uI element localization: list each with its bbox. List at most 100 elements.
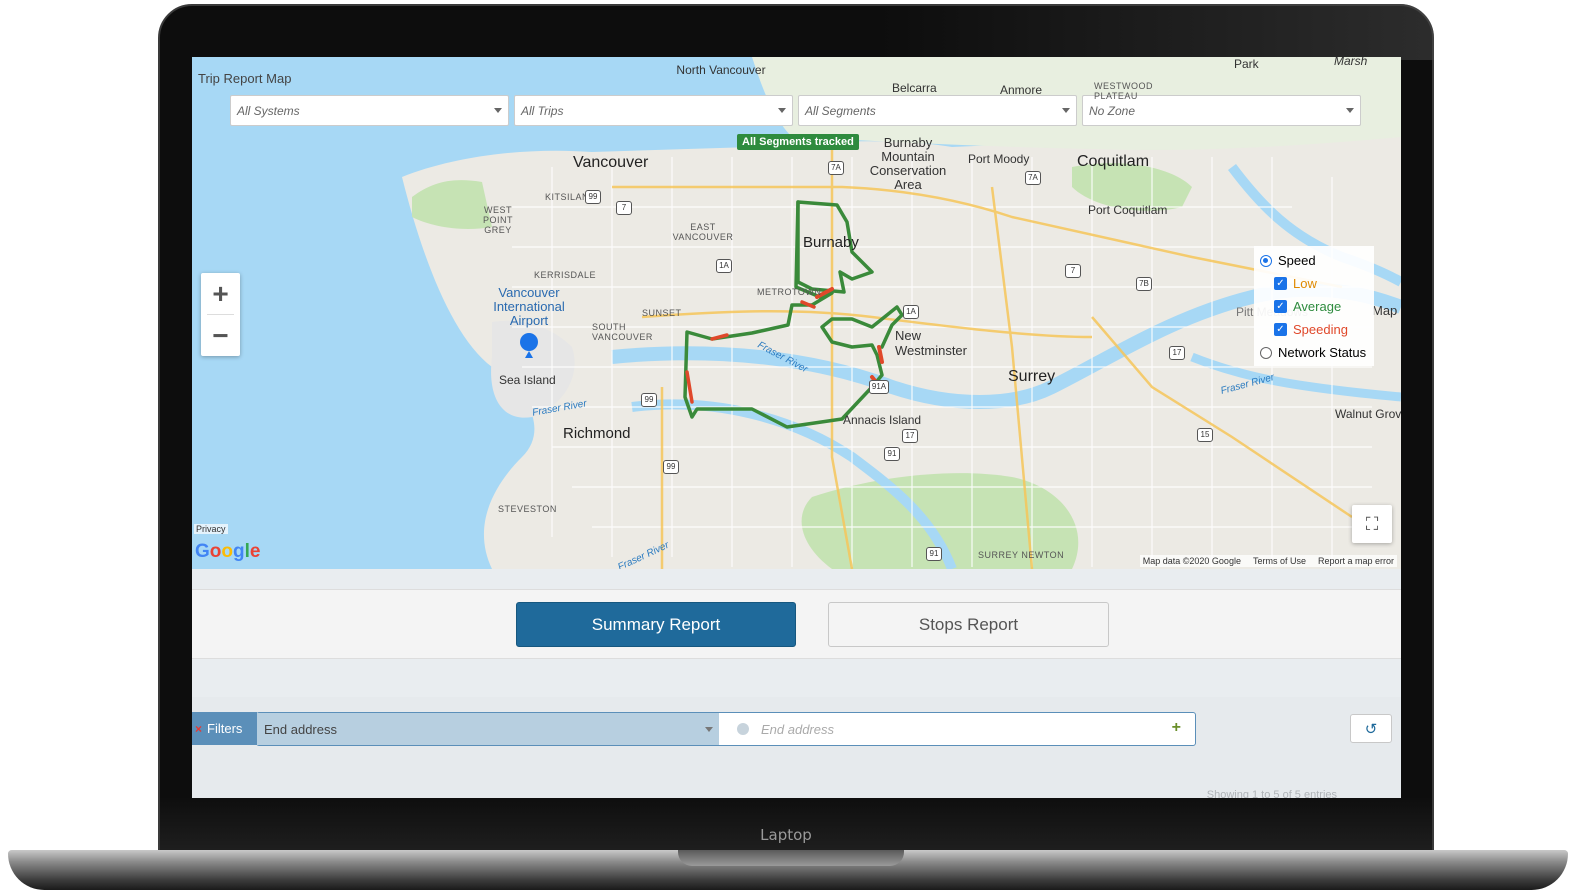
place-burnaby: Burnaby <box>803 234 859 251</box>
operator-icon[interactable] <box>737 723 749 735</box>
place-south-vancouver: SOUTH VANCOUVER <box>592 322 653 342</box>
terms-link[interactable]: Terms of Use <box>1253 556 1306 566</box>
chevron-down-icon <box>1346 108 1354 113</box>
place-east-vancouver: EAST VANCOUVER <box>672 222 734 242</box>
highway-shield: 91 <box>926 547 942 561</box>
laptop-brand-label: Laptop <box>760 826 812 844</box>
highway-shield: 99 <box>585 190 601 204</box>
place-annacis-island: Annacis Island <box>843 413 922 427</box>
place-map-edge: Map <box>1372 303 1398 318</box>
fullscreen-button[interactable]: ⛶ <box>1352 505 1392 543</box>
report-error-link[interactable]: Report a map error <box>1318 556 1394 566</box>
highway-shield: 1A <box>903 305 919 319</box>
place-west-point-grey: WEST POINT GREY <box>482 205 513 235</box>
systems-select[interactable]: All Systems <box>230 95 509 126</box>
segments-select[interactable]: All Segments <box>798 95 1077 126</box>
place-park: Park <box>1234 57 1259 71</box>
table-info-text: Showing 1 to 5 of 5 entries <box>1206 789 1337 798</box>
zoom-out-button[interactable]: − <box>201 315 240 356</box>
zone-select-value: No Zone <box>1089 104 1136 118</box>
legend-speed-option[interactable]: Speed <box>1260 249 1368 272</box>
speed-radio[interactable] <box>1260 254 1272 267</box>
speeding-checkbox[interactable]: ✓ <box>1274 323 1287 336</box>
place-steveston: STEVESTON <box>498 504 557 514</box>
systems-select-value: All Systems <box>237 104 300 118</box>
highway-shield: 91A <box>869 380 889 394</box>
segments-tracked-badge: All Segments tracked <box>737 134 859 150</box>
place-kerrisdale: KERRISDALE <box>534 270 597 280</box>
zoom-controls: + − <box>201 273 240 356</box>
legend-low-option[interactable]: ✓ Low <box>1260 272 1368 295</box>
highway-shield: 7A <box>1025 171 1041 185</box>
place-vancouver: Vancouver <box>573 154 649 171</box>
low-label: Low <box>1293 276 1317 291</box>
filter-field-value: End address <box>264 722 337 737</box>
speeding-label: Speeding <box>1293 322 1348 337</box>
highway-shield: 15 <box>1197 428 1213 442</box>
trips-select[interactable]: All Trips <box>514 95 793 126</box>
app-screen: Trip Report Map All Systems All Trips Al… <box>192 57 1401 798</box>
legend-speeding-option[interactable]: ✓ Speeding <box>1260 318 1368 341</box>
low-checkbox[interactable]: ✓ <box>1274 277 1287 290</box>
place-walnut-grove: Walnut Grov <box>1335 407 1401 421</box>
place-sea-island: Sea Island <box>499 373 556 387</box>
average-checkbox[interactable]: ✓ <box>1274 300 1287 313</box>
summary-report-button[interactable]: Summary Report <box>516 602 796 647</box>
legend-average-option[interactable]: ✓ Average <box>1260 295 1368 318</box>
highway-shield: 17 <box>902 429 918 443</box>
place-richmond: Richmond <box>563 425 631 442</box>
trips-select-value: All Trips <box>521 104 564 118</box>
place-westwood-plateau: WESTWOOD PLATEAU <box>1094 81 1153 101</box>
zoom-in-button[interactable]: + <box>201 273 240 314</box>
chevron-down-icon <box>1062 108 1070 113</box>
refresh-button[interactable]: ↺ <box>1350 714 1392 743</box>
filter-field-select[interactable]: End address <box>257 713 719 745</box>
place-sunset: SUNSET <box>642 308 682 318</box>
chevron-down-icon <box>705 727 713 732</box>
google-logo: Google <box>195 541 261 562</box>
place-north-vancouver: North Vancouver <box>676 63 766 77</box>
refresh-icon: ↺ <box>1364 720 1378 738</box>
place-surrey: Surrey <box>1008 368 1056 385</box>
highway-shield: 7 <box>1065 264 1081 278</box>
map-title: Trip Report Map <box>198 71 292 86</box>
filter-value-input[interactable]: End address + <box>719 713 1195 745</box>
segments-select-value: All Segments <box>805 104 876 118</box>
place-surrey-newton: SURREY NEWTON <box>978 550 1065 560</box>
highway-shield: 7B <box>1136 277 1152 291</box>
place-metrotown: METROTOWN <box>757 287 822 297</box>
lid-sheen <box>880 4 1434 60</box>
place-anmore: Anmore <box>1000 83 1043 97</box>
map-filters: All Systems All Trips All Segments No Zo… <box>230 95 1361 126</box>
network-status-radio[interactable] <box>1260 346 1272 359</box>
laptop-notch <box>678 850 904 866</box>
remove-filter-icon[interactable]: × <box>195 722 202 736</box>
highway-shield: 99 <box>663 460 679 474</box>
stops-report-button[interactable]: Stops Report <box>828 602 1109 647</box>
speed-label: Speed <box>1278 253 1316 268</box>
table-filter-bar: × Filters End address End address + ↺ Sh… <box>192 697 1401 798</box>
filters-tag[interactable]: × Filters <box>192 712 257 745</box>
place-new-westminster: New Westminster <box>895 328 967 358</box>
privacy-link[interactable]: Privacy <box>194 524 228 534</box>
filter-group: End address End address + <box>256 712 1196 746</box>
map-attribution: Map data ©2020 Google Terms of Use Repor… <box>1139 555 1397 567</box>
trip-report-map[interactable]: Trip Report Map All Systems All Trips Al… <box>192 57 1401 569</box>
place-marsh: Marsh <box>1334 57 1368 68</box>
chevron-down-icon <box>494 108 502 113</box>
speed-legend: Speed ✓ Low ✓ Average ✓ Speeding Network… <box>1254 246 1374 366</box>
highway-shield: 17 <box>1169 346 1185 360</box>
map-data-text: Map data ©2020 Google <box>1142 556 1241 566</box>
highway-shield: 7A <box>828 161 844 175</box>
add-filter-icon[interactable]: + <box>1172 719 1181 737</box>
filter-value-placeholder: End address <box>761 721 834 737</box>
place-port-coquitlam: Port Coquitlam <box>1088 203 1168 217</box>
chevron-down-icon <box>778 108 786 113</box>
highway-shield: 7 <box>616 201 632 215</box>
report-tabs-bar: Summary Report Stops Report <box>192 589 1401 659</box>
fullscreen-icon: ⛶ <box>1365 513 1379 534</box>
place-port-moody: Port Moody <box>968 152 1030 166</box>
highway-shield: 1A <box>716 259 732 273</box>
place-coquitlam: Coquitlam <box>1077 153 1150 170</box>
legend-network-status-option[interactable]: Network Status <box>1260 341 1368 364</box>
